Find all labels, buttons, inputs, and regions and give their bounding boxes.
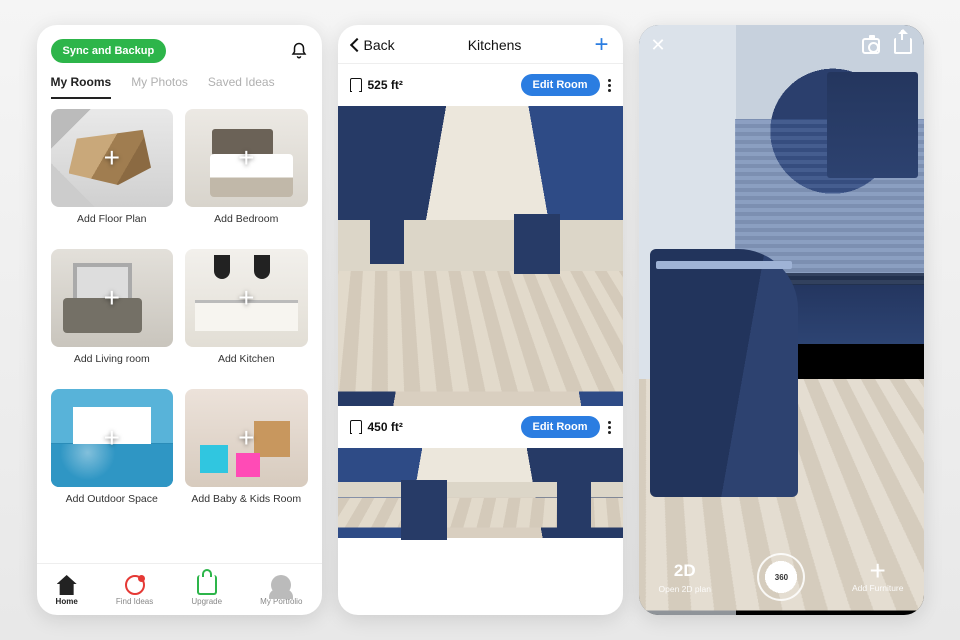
btn-small-label: Add Furniture [852, 583, 904, 593]
plus-icon: + [104, 284, 120, 312]
card-label: Add Outdoor Space [66, 493, 158, 505]
card-kids-room[interactable]: + Add Baby & Kids Room [185, 389, 308, 519]
back-button[interactable]: Back [352, 37, 395, 53]
bookmark-icon[interactable] [350, 78, 362, 92]
lightbulb-icon [125, 575, 145, 595]
share-icon[interactable] [894, 38, 912, 54]
room-item-1: 525 ft² Edit Room 2D [338, 64, 623, 406]
card-label: Add Baby & Kids Room [191, 493, 301, 505]
thumb-kids: + [185, 389, 308, 487]
view-360-button[interactable] [757, 553, 805, 601]
more-options-button[interactable] [608, 79, 611, 92]
tab-saved-ideas[interactable]: Saved Ideas [208, 75, 275, 99]
thumb-floor-plan: + [51, 109, 174, 207]
plus-icon: + [238, 424, 254, 452]
card-floor-plan[interactable]: + Add Floor Plan [51, 109, 174, 239]
vr-360-icon [766, 568, 796, 586]
card-label: Add Floor Plan [77, 213, 146, 225]
cart-icon [197, 575, 217, 595]
topbar: Sync and Backup [37, 25, 322, 69]
bookmark-icon[interactable] [350, 420, 362, 434]
thumb-living: + [51, 249, 174, 347]
card-living-room[interactable]: + Add Living room [51, 249, 174, 379]
viewer-topbar: ✕ [651, 35, 912, 56]
rooms-grid: + Add Floor Plan + Add Bedroom + Add Liv… [37, 99, 322, 563]
plus-icon: + [104, 144, 120, 172]
thumb-outdoor: + [51, 389, 174, 487]
camera-icon[interactable] [862, 38, 880, 54]
thumb-bedroom: + [185, 109, 308, 207]
page-title: Kitchens [468, 37, 522, 53]
screen-my-rooms: Sync and Backup My Rooms My Photos Saved… [37, 25, 322, 615]
nav-label: Home [56, 597, 78, 606]
home-icon [57, 575, 77, 595]
tab-my-rooms[interactable]: My Rooms [51, 75, 112, 99]
nav-find-ideas[interactable]: Find Ideas [116, 575, 153, 606]
screen-kitchens-list: Back Kitchens + 525 ft² Edit Room 2D 450… [338, 25, 623, 615]
tab-my-photos[interactable]: My Photos [131, 75, 188, 99]
room-render-2[interactable]: 2D [338, 448, 623, 538]
nav-label: Upgrade [191, 597, 222, 606]
sync-backup-button[interactable]: Sync and Backup [51, 39, 167, 63]
notifications-icon[interactable] [290, 42, 308, 60]
card-label: Add Living room [74, 353, 150, 365]
plus-icon: + [870, 561, 886, 581]
plus-icon: + [238, 144, 254, 172]
card-kitchen[interactable]: + Add Kitchen [185, 249, 308, 379]
tab-bar: My Rooms My Photos Saved Ideas [37, 69, 322, 99]
card-label: Add Kitchen [218, 353, 275, 365]
card-bedroom[interactable]: + Add Bedroom [185, 109, 308, 239]
back-label: Back [364, 37, 395, 53]
room-3d-render[interactable] [639, 25, 924, 615]
close-button[interactable]: ✕ [651, 35, 666, 56]
room-area: 450 ft² [350, 420, 403, 434]
card-outdoor[interactable]: + Add Outdoor Space [51, 389, 174, 519]
kitchen-3d-scene [338, 106, 623, 406]
add-furniture-button[interactable]: + Add Furniture [852, 561, 904, 594]
header: Back Kitchens + [338, 25, 623, 64]
plus-icon: + [104, 424, 120, 452]
chevron-left-icon [349, 38, 363, 52]
btn-small-label: Open 2D plan [659, 584, 711, 594]
nav-home[interactable]: Home [56, 575, 78, 606]
user-icon [271, 575, 291, 595]
kitchen-island [650, 249, 798, 497]
room-render-1[interactable]: 2D [338, 106, 623, 406]
edit-room-button[interactable]: Edit Room [521, 416, 600, 438]
upper-cabinet [827, 72, 918, 178]
room-area: 525 ft² [350, 78, 403, 92]
kitchen-3d-scene [338, 448, 623, 538]
more-options-button[interactable] [608, 421, 611, 434]
viewer-bottombar: 2D Open 2D plan + Add Furniture [639, 553, 924, 601]
area-value: 450 ft² [368, 420, 403, 434]
room-info-row: 450 ft² Edit Room [338, 406, 623, 448]
add-room-button[interactable]: + [594, 38, 608, 52]
nav-label: Find Ideas [116, 597, 153, 606]
room-info-row: 525 ft² Edit Room [338, 64, 623, 106]
screen-3d-viewer: ✕ 2D Open 2D plan + Add Furniture [639, 25, 924, 615]
bottom-nav: Home Find Ideas Upgrade My Portfolio [37, 563, 322, 615]
nav-portfolio[interactable]: My Portfolio [260, 575, 302, 606]
plus-icon: + [238, 284, 254, 312]
nav-upgrade[interactable]: Upgrade [191, 575, 222, 606]
btn-big-label: 2D [674, 561, 696, 581]
thumb-kitchen: + [185, 249, 308, 347]
edit-room-button[interactable]: Edit Room [521, 74, 600, 96]
area-value: 525 ft² [368, 78, 403, 92]
open-2d-button[interactable]: 2D Open 2D plan [659, 561, 711, 594]
card-label: Add Bedroom [214, 213, 278, 225]
room-item-2: 450 ft² Edit Room 2D [338, 406, 623, 538]
